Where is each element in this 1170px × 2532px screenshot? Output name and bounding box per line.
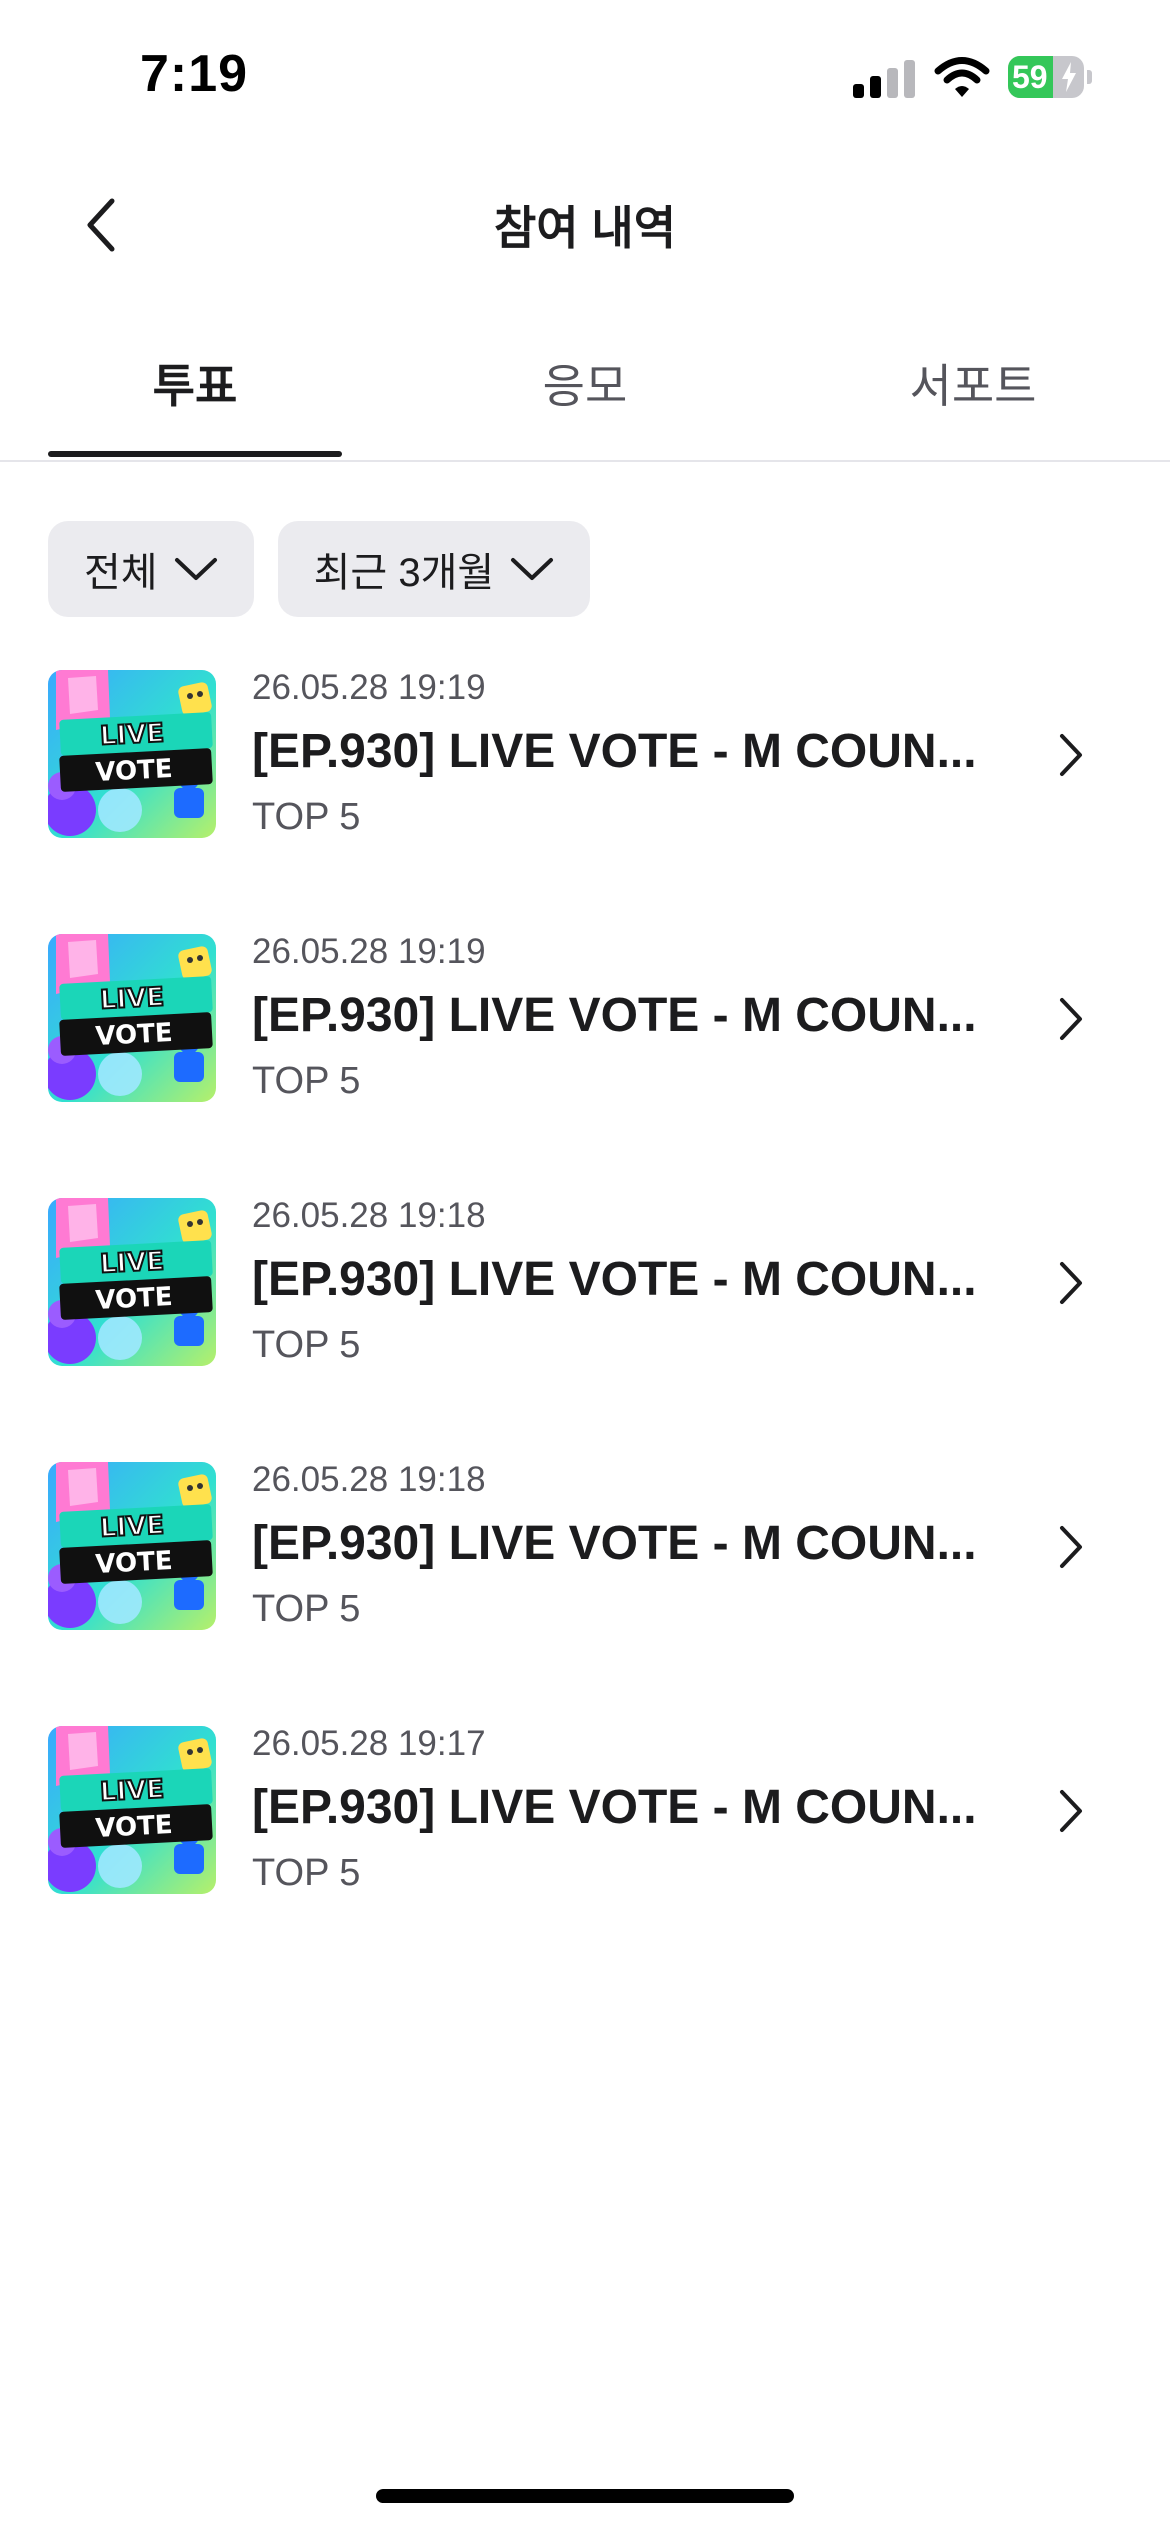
item-date: 26.05.28 19:19 — [252, 932, 486, 971]
thumb-line1: LIVE — [99, 1774, 165, 1807]
category-filter-label: 전체 — [84, 551, 158, 595]
vote-thumbnail: LIVE VOTE — [48, 934, 216, 1102]
list-item[interactable]: LIVE VOTE 26.05.28 19:17 [EP.930] LIVE V… — [0, 1724, 1170, 1988]
item-date: 26.05.28 19:19 — [252, 668, 486, 707]
item-subtitle: TOP 5 — [252, 1060, 361, 1102]
period-filter-label: 최근 3개월 — [313, 551, 495, 595]
vote-thumbnail: LIVE VOTE — [48, 1726, 216, 1894]
tab-support[interactable]: 서포트 — [826, 350, 1120, 450]
category-filter-dropdown[interactable]: 전체 — [48, 521, 254, 617]
vote-thumbnail: LIVE VOTE — [48, 670, 216, 838]
list-item[interactable]: LIVE VOTE 26.05.28 19:18 [EP.930] LIVE V… — [0, 1196, 1170, 1460]
item-subtitle: TOP 5 — [252, 1588, 361, 1630]
chevron-down-icon — [511, 558, 554, 580]
list-item[interactable]: LIVE VOTE 26.05.28 19:19 [EP.930] LIVE V… — [0, 668, 1170, 932]
item-title: [EP.930] LIVE VOTE - M COUN... — [252, 725, 977, 778]
thumb-line1: LIVE — [99, 982, 165, 1015]
chevron-right-icon — [1060, 734, 1082, 776]
cellular-signal-icon — [853, 58, 915, 98]
tab-entry[interactable]: 응모 — [438, 350, 732, 450]
thumb-line2: VOTE — [95, 1282, 174, 1316]
item-date: 26.05.28 19:17 — [252, 1724, 486, 1763]
wifi-icon — [934, 56, 990, 100]
thumb-line1: LIVE — [99, 1246, 165, 1279]
thumb-line2: VOTE — [95, 754, 174, 788]
thumb-line2: VOTE — [95, 1546, 174, 1580]
thumb-line1: LIVE — [99, 1510, 165, 1543]
status-time: 7:19 — [140, 45, 249, 103]
thumb-line2: VOTE — [95, 1810, 174, 1844]
charging-bolt-icon — [1062, 62, 1076, 92]
list-item[interactable]: LIVE VOTE 26.05.28 19:18 [EP.930] LIVE V… — [0, 1460, 1170, 1724]
tab-vote[interactable]: 투표 — [48, 350, 342, 450]
period-filter-dropdown[interactable]: 최근 3개월 — [277, 521, 591, 617]
battery-icon: 59 — [1008, 56, 1092, 98]
item-date: 26.05.28 19:18 — [252, 1196, 486, 1235]
home-indicator — [376, 2489, 794, 2503]
item-date: 26.05.28 19:18 — [252, 1460, 486, 1499]
vote-thumbnail: LIVE VOTE — [48, 1198, 216, 1366]
nav-header: 참여 내역 — [0, 170, 1170, 280]
item-title: [EP.930] LIVE VOTE - M COUN... — [252, 989, 977, 1042]
filter-bar: 전체 최근 3개월 — [48, 521, 591, 617]
chevron-right-icon — [1060, 1526, 1082, 1568]
active-tab-indicator — [48, 451, 342, 457]
item-title: [EP.930] LIVE VOTE - M COUN... — [252, 1517, 977, 1570]
chevron-right-icon — [1060, 1262, 1082, 1304]
item-subtitle: TOP 5 — [252, 1852, 361, 1894]
vote-history-list: LIVE VOTE 26.05.28 19:19 [EP.930] LIVE V… — [0, 668, 1170, 1988]
list-item[interactable]: LIVE VOTE 26.05.28 19:19 [EP.930] LIVE V… — [0, 932, 1170, 1196]
status-bar: 7:19 59 — [0, 0, 1170, 150]
chevron-right-icon — [1060, 1790, 1082, 1832]
thumb-line2: VOTE — [95, 1018, 174, 1052]
battery-level: 59 — [1012, 59, 1048, 95]
chevron-down-icon — [174, 558, 217, 580]
item-title: [EP.930] LIVE VOTE - M COUN... — [252, 1253, 977, 1306]
item-subtitle: TOP 5 — [252, 1324, 361, 1366]
chevron-right-icon — [1060, 998, 1082, 1040]
item-title: [EP.930] LIVE VOTE - M COUN... — [252, 1781, 977, 1834]
page-title: 참여 내역 — [493, 202, 677, 254]
tab-bar: 투표 응모 서포트 — [0, 340, 1170, 462]
item-subtitle: TOP 5 — [252, 796, 361, 838]
vote-thumbnail: LIVE VOTE — [48, 1462, 216, 1630]
thumb-line1: LIVE — [99, 718, 165, 751]
